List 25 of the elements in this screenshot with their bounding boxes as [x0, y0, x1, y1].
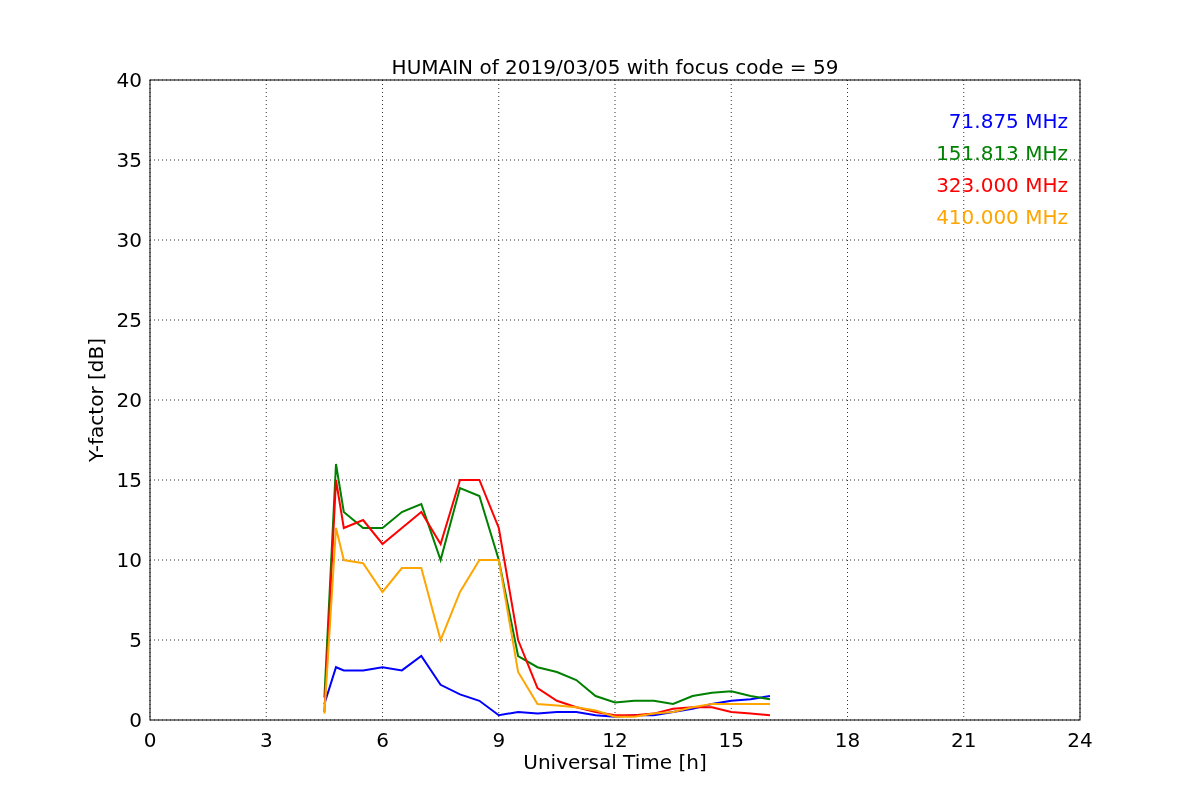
- tick-label: 18: [834, 728, 861, 752]
- tick-label: 15: [116, 468, 142, 492]
- legend-label: 410.000 MHz: [936, 205, 1068, 229]
- tick-label: 12: [602, 728, 628, 752]
- tick-label: 24: [1067, 728, 1093, 752]
- tick-label: 21: [951, 728, 977, 752]
- legend-label: 323.000 MHz: [936, 173, 1068, 197]
- tick-label: 3: [259, 728, 273, 752]
- legend-label: 151.813 MHz: [936, 141, 1068, 165]
- tick-label: 25: [116, 308, 142, 332]
- chart-title: HUMAIN of 2019/03/05 with focus code = 59: [391, 55, 839, 79]
- tick-label: 20: [116, 388, 142, 412]
- tick-label: 0: [129, 708, 142, 732]
- tick-label: 30: [116, 228, 142, 252]
- tick-label: 6: [376, 728, 389, 752]
- axis-label: Y-factor [dB]: [84, 338, 108, 462]
- tick-label: 5: [129, 628, 142, 652]
- tick-label: 40: [116, 68, 142, 92]
- tick-label: 9: [492, 728, 506, 752]
- tick-label: 35: [116, 148, 142, 172]
- legend-label: 71.875 MHz: [948, 109, 1068, 133]
- tick-label: 15: [718, 728, 744, 752]
- axis-label: Universal Time [h]: [523, 750, 707, 774]
- tick-label: 0: [143, 728, 157, 752]
- tick-label: 10: [116, 548, 142, 572]
